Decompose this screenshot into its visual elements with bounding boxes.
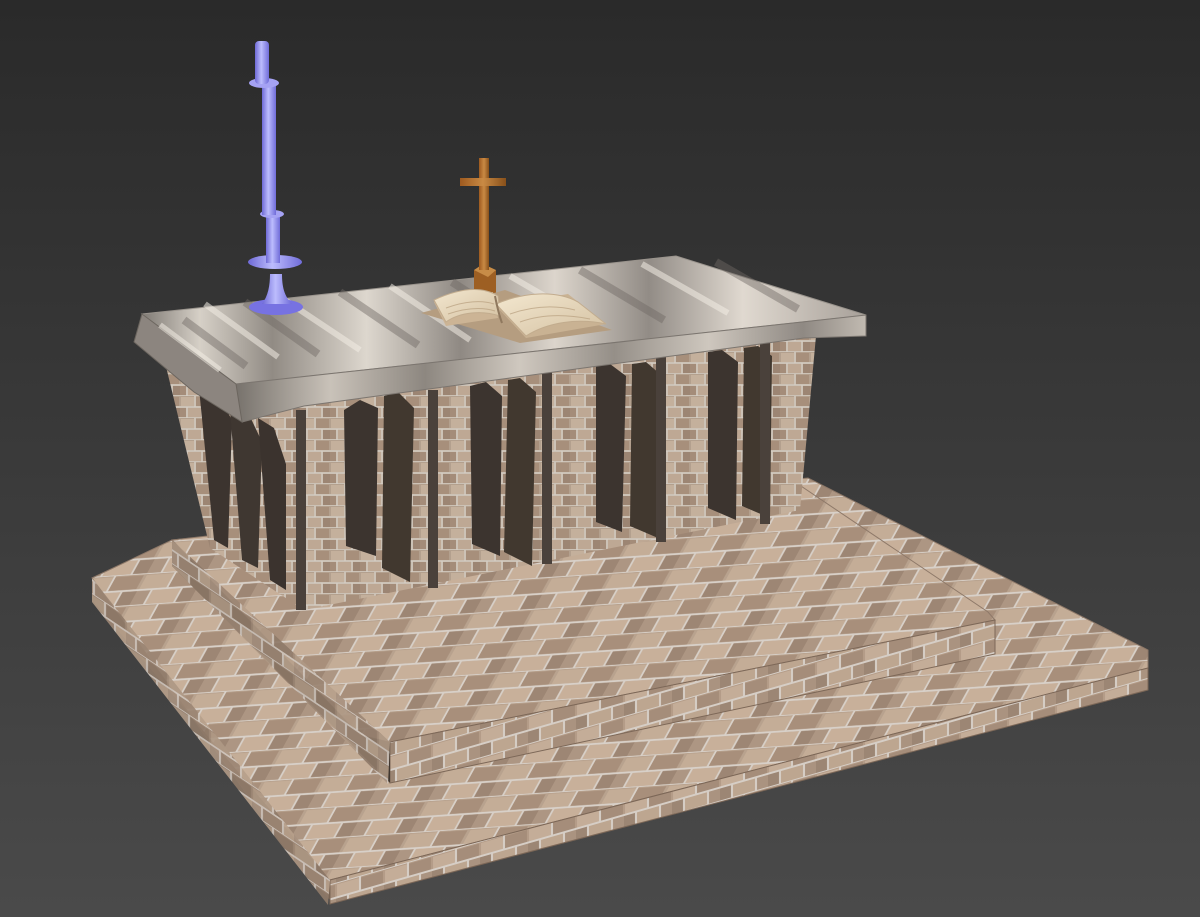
3d-viewport[interactable] [0,0,1200,917]
candlestick-top [255,41,269,84]
altar-scene [0,0,1200,917]
candlestick-stem-lower [266,213,280,263]
cross-horizontal-bar [460,178,506,186]
cross-vertical-bar [479,158,489,270]
candlestick-stem-upper [262,82,276,215]
